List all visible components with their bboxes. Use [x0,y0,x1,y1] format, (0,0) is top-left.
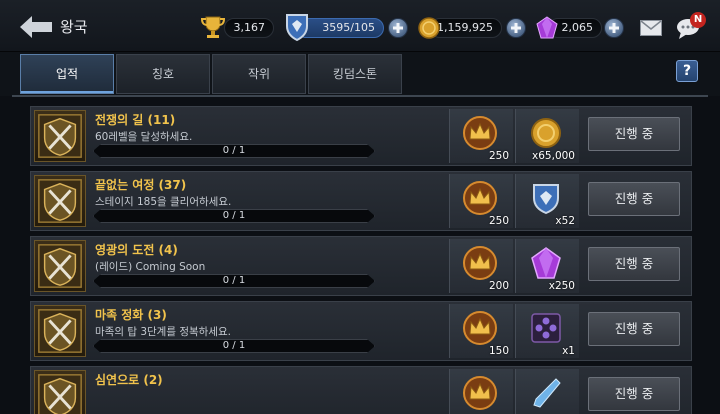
gold-plus-button[interactable] [506,18,526,38]
crown-reward [449,369,513,414]
in-progress-button[interactable]: 진행 중 [588,377,680,411]
progress-text: 0 / 1 [222,210,246,221]
crown-icon [463,376,497,410]
achievement-title: 영광의 도전 (4) [95,243,178,257]
crown-amount: 250 [488,215,509,227]
achievement-description: 60레벨을 달성하세요. [95,131,193,143]
mail-icon[interactable] [640,20,662,36]
page-title: 왕국 [60,18,88,36]
trophy-icon [200,16,226,38]
achievement-row: 전쟁의 길 (11) 60레벨을 달성하세요. 0 / 1 250 x65,00… [30,106,692,166]
tab-titles[interactable]: 칭호 [116,54,210,94]
crossed-swords-emblem-icon [34,240,86,292]
crown-icon [463,246,497,280]
crown-icon [463,116,497,150]
rank-shield-icon [533,184,559,215]
crown-reward: 250 [449,174,513,228]
trophy-count: 3,167 [224,18,274,38]
achievement-list[interactable]: 전쟁의 길 (11) 60레벨을 달성하세요. 0 / 1 250 x65,00… [0,98,720,414]
tab-bar: 업적 칭호 작위 킹덤스톤 ? [0,52,720,96]
crossed-swords-emblem-icon [34,175,86,227]
tab-nobility[interactable]: 작위 [212,54,306,94]
purple-gem-icon [536,16,558,39]
item-reward: x1 [515,304,579,358]
crown-reward: 200 [449,239,513,293]
crown-amount: 200 [488,280,509,292]
achievement-title: 마족 정화 (3) [95,308,167,322]
achievement-title: 심연으로 (2) [95,373,163,387]
in-progress-button[interactable]: 진행 중 [588,312,680,346]
in-progress-button[interactable]: 진행 중 [588,247,680,281]
crown-amount: 150 [488,345,509,357]
progress-text: 0 / 1 [222,340,246,351]
item-reward: x250 [515,239,579,293]
gem-plus-button[interactable] [604,18,624,38]
tab-divider [12,95,708,97]
in-progress-button[interactable]: 진행 중 [588,182,680,216]
progress-text: 0 / 1 [222,275,246,286]
crossed-swords-emblem-icon [34,110,86,162]
rune-stone-icon [531,313,561,343]
top-bar: 왕국 3,167 3595/105 1,159,925 2,065 N [0,0,720,52]
progress-text: 0 / 1 [222,145,246,156]
crown-reward: 150 [449,304,513,358]
progress-bar: 0 / 1 [93,274,375,288]
achievement-description: (레이드) Coming Soon [95,261,206,273]
tab-kingdom-stone[interactable]: 킹덤스톤 [308,54,402,94]
help-button[interactable]: ? [676,60,698,82]
crown-reward: 250 [449,109,513,163]
item-reward: x52 [515,174,579,228]
crystal-icon [533,378,561,408]
gold-coin-icon [531,118,561,148]
gold-coin-icon [418,17,440,39]
item-amount: x52 [555,215,575,227]
crossed-swords-emblem-icon [34,305,86,357]
progress-bar: 0 / 1 [93,339,375,353]
achievement-row: 마족 정화 (3) 마족의 탑 3단계를 정복하세요. 0 / 1 150 x1… [30,301,692,361]
crown-amount: 250 [488,150,509,162]
progress-bar: 0 / 1 [93,144,375,158]
achievement-title: 전쟁의 길 (11) [95,113,176,127]
achievement-row: 끝없는 여정 (37) 스테이지 185을 클리어하세요. 0 / 1 250 … [30,171,692,231]
item-amount: x1 [562,345,575,357]
achievement-description: 마족의 탑 3단계를 정복하세요. [95,326,231,338]
gold-count: 1,159,925 [430,18,502,38]
item-reward [515,369,579,414]
progress-bar: 0 / 1 [93,209,375,223]
achievement-row: 심연으로 (2) 진행 중 [30,366,692,414]
item-amount: x250 [548,280,575,292]
achievement-title: 끝없는 여정 (37) [95,178,187,192]
in-progress-button[interactable]: 진행 중 [588,117,680,151]
crown-icon [463,181,497,215]
purple-gem-icon [531,247,561,279]
achievement-row: 영광의 도전 (4) (레이드) Coming Soon 0 / 1 200 x… [30,236,692,296]
item-amount: x65,000 [532,150,575,162]
achievement-description: 스테이지 185을 클리어하세요. [95,196,232,208]
rank-plus-button[interactable] [388,18,408,38]
crossed-swords-emblem-icon [34,370,86,414]
crown-icon [463,311,497,345]
rank-shield-icon [286,14,308,42]
back-arrow-icon[interactable] [20,16,52,38]
notification-badge: N [690,12,706,28]
tab-achievements[interactable]: 업적 [20,54,114,94]
item-reward: x65,000 [515,109,579,163]
